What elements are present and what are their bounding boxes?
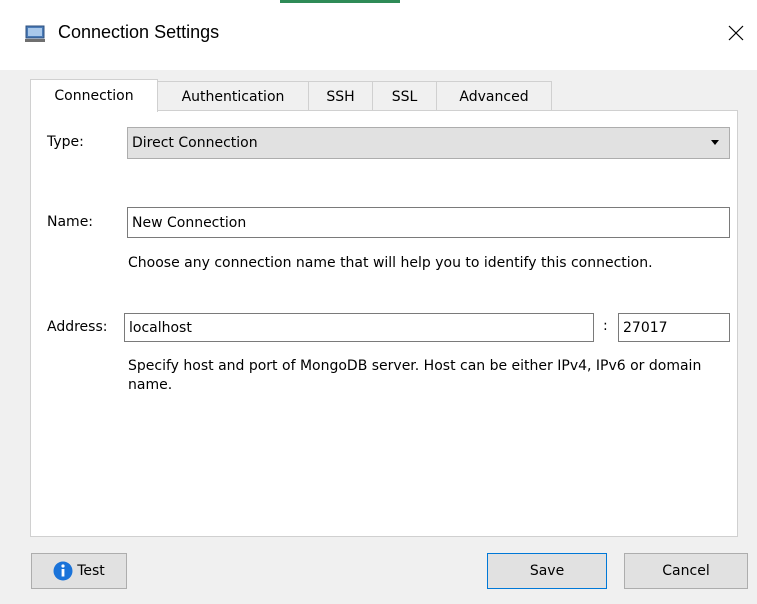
chevron-down-icon bbox=[711, 140, 719, 145]
test-button-label: Test bbox=[77, 563, 105, 579]
window-title: Connection Settings bbox=[58, 22, 220, 42]
title-bar: Connection Settings bbox=[0, 0, 757, 70]
host-input[interactable] bbox=[124, 313, 594, 342]
test-button[interactable]: Test bbox=[31, 553, 127, 589]
tab-ssh[interactable]: SSH bbox=[309, 81, 373, 111]
info-icon bbox=[53, 561, 73, 581]
connection-settings-dialog: Connection Settings Connection Authentic… bbox=[0, 0, 757, 604]
tab-ssl[interactable]: SSL bbox=[373, 81, 437, 111]
type-label: Type: bbox=[47, 134, 84, 150]
address-help-text: Specify host and port of MongoDB server.… bbox=[128, 358, 702, 393]
address-label: Address: bbox=[47, 319, 108, 335]
accent-bar bbox=[280, 0, 400, 3]
name-help-text: Choose any connection name that will hel… bbox=[128, 255, 653, 271]
tab-authentication[interactable]: Authentication bbox=[158, 81, 309, 111]
tab-bar: Connection Authentication SSH SSL Advanc… bbox=[30, 79, 552, 112]
close-button[interactable] bbox=[718, 18, 754, 52]
tab-advanced[interactable]: Advanced bbox=[437, 81, 552, 111]
computer-monitor-icon bbox=[25, 25, 45, 43]
connection-type-value: Direct Connection bbox=[132, 135, 258, 151]
save-button[interactable]: Save bbox=[487, 553, 607, 589]
port-input[interactable] bbox=[618, 313, 730, 342]
connection-type-select[interactable]: Direct Connection bbox=[127, 127, 730, 159]
cancel-button[interactable]: Cancel bbox=[624, 553, 748, 589]
port-separator: : bbox=[603, 318, 608, 334]
close-icon bbox=[728, 25, 744, 45]
tab-connection[interactable]: Connection bbox=[30, 79, 158, 112]
name-input[interactable] bbox=[127, 207, 730, 238]
name-label: Name: bbox=[47, 214, 94, 230]
